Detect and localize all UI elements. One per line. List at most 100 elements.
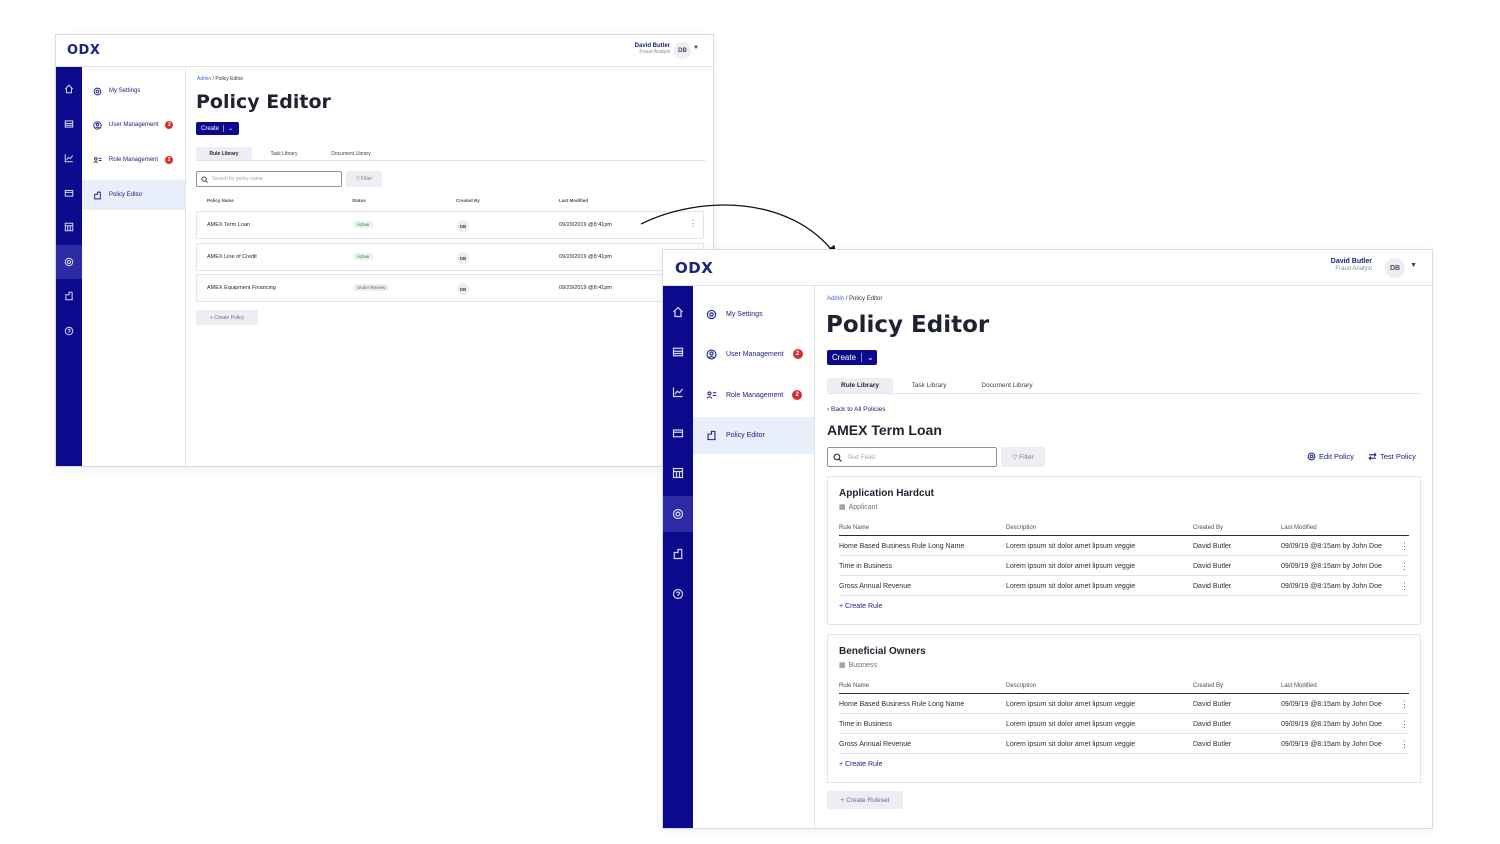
rule-description: Lorem ipsum sit dolor amet lipsum veggie	[1006, 741, 1136, 748]
create-rule-button[interactable]: + Create Rule	[839, 761, 882, 768]
breadcrumb-separator: /	[845, 296, 848, 302]
rule-description: Lorem ipsum sit dolor amet lipsum veggie	[1006, 583, 1136, 590]
column-header-rule-name: Rule Name	[839, 525, 870, 531]
column-header-rule-name: Rule Name	[839, 683, 870, 689]
sidebar-item-label: My Settings	[726, 310, 763, 318]
tab-document-library[interactable]: Document Library	[969, 378, 1045, 393]
gear-icon	[1307, 452, 1316, 461]
gear-icon	[706, 309, 717, 319]
column-header-last-modified: Last Modified	[1281, 683, 1317, 689]
sidebar-item-label: User Management	[726, 350, 784, 358]
sidebar-item-label: Policy Editor	[726, 432, 765, 439]
rule-name[interactable]: Gross Annual Revenue	[839, 583, 911, 590]
ruleset-title: Application Hardcut	[839, 488, 935, 499]
rule-last-modified: 09/09/19 @8:15am by John Doe	[1281, 721, 1382, 728]
rule-description: Lorem ipsum sit dolor amet lipsum veggie	[1006, 721, 1136, 728]
swap-icon	[1368, 452, 1377, 461]
sidebar-item-user-management[interactable]: User Management 2	[693, 344, 814, 364]
rule-last-modified: 09/09/19 @8:15am by John Doe	[1281, 701, 1382, 708]
rule-description: Lorem ipsum sit dolor amet lipsum veggie	[1006, 543, 1136, 550]
column-header-last-modified: Last Modified	[1281, 525, 1317, 531]
rule-name[interactable]: Home Based Business Rule Long Name	[839, 701, 964, 708]
tab-bar: Rule Library Task Library Document Libra…	[827, 378, 1421, 394]
table-icon: ▦	[839, 504, 846, 511]
sidebar-item-policy-editor[interactable]: Policy Editor	[693, 417, 814, 454]
building-icon	[707, 430, 716, 441]
rule-created-by: David Butler	[1193, 583, 1232, 590]
more-options-icon[interactable]: ⋮	[1400, 541, 1409, 552]
create-ruleset-button[interactable]: + Create Ruleset	[827, 791, 903, 809]
user-name: David Butler	[1330, 258, 1372, 265]
rule-last-modified: 09/09/19 @8:15am by John Doe	[1281, 543, 1382, 550]
odx-logo[interactable]: ODX	[675, 259, 713, 277]
page-title: Policy Editor	[826, 312, 990, 338]
search-icon	[833, 453, 842, 462]
home-icon[interactable]	[663, 302, 693, 322]
sidebar-item-role-management[interactable]: Role Management 2	[693, 385, 814, 405]
breadcrumb-admin[interactable]: Admin	[827, 296, 844, 302]
rule-created-by: David Butler	[1193, 741, 1232, 748]
column-header-created-by: Created By	[1193, 683, 1224, 689]
chevron-down-icon[interactable]: ▼	[1410, 262, 1417, 269]
create-button[interactable]: Create ⌄	[827, 350, 877, 365]
rule-created-by: David Butler	[1193, 563, 1232, 570]
rule-description: Lorem ipsum sit dolor amet lipsum veggie	[1006, 701, 1136, 708]
user-role: Fraud Analyst	[1335, 266, 1372, 272]
user-info[interactable]: David Butler Fraud Analyst	[1331, 258, 1372, 272]
search-input[interactable]: Text Field	[827, 447, 997, 467]
sidebar-item-label: Role Management	[726, 391, 784, 399]
role-icon	[706, 390, 717, 399]
ruleset-card: Beneficial Owners ▦ Business Rule Name De…	[827, 634, 1421, 783]
icon-rail	[663, 286, 693, 828]
gear-icon[interactable]	[663, 496, 693, 532]
ruleset-title: Beneficial Owners	[839, 646, 926, 657]
edit-policy-button[interactable]: Edit Policy	[1307, 452, 1354, 461]
policy-detail-screenshot: ODX David Butler Fraud Analyst DB ▼ My S…	[662, 249, 1433, 829]
create-rule-button[interactable]: + Create Rule	[839, 603, 882, 610]
rule-name[interactable]: Gross Annual Revenue	[839, 741, 911, 748]
more-options-icon[interactable]: ⋮	[1400, 581, 1409, 592]
help-icon[interactable]	[663, 584, 693, 604]
card-icon[interactable]	[663, 423, 693, 443]
rule-created-by: David Butler	[1193, 721, 1232, 728]
chart-icon[interactable]	[663, 382, 693, 402]
rule-last-modified: 09/09/19 @8:15am by John Doe	[1281, 741, 1382, 748]
rule-last-modified: 09/09/19 @8:15am by John Doe	[1281, 583, 1382, 590]
ruleset-subtitle: ▦ Business	[839, 661, 878, 670]
more-options-icon[interactable]: ⋮	[1400, 719, 1409, 730]
more-options-icon[interactable]: ⋮	[1400, 561, 1409, 572]
policy-title: AMEX Term Loan	[827, 422, 942, 438]
user-icon	[706, 348, 717, 360]
tab-task-library[interactable]: Task Library	[901, 378, 957, 393]
column-header-description: Description	[1006, 683, 1037, 689]
rule-name[interactable]: Time in Business	[839, 563, 892, 570]
building-icon[interactable]	[663, 544, 693, 564]
filter-button[interactable]: ▽ Filter	[1001, 447, 1045, 467]
rule-created-by: David Butler	[1193, 543, 1232, 550]
rule-description: Lorem ipsum sit dolor amet lipsum veggie	[1006, 563, 1136, 570]
dashboard-icon[interactable]	[663, 342, 693, 362]
back-to-policies-link[interactable]: ‹ Back to All Policies	[827, 406, 886, 413]
avatar[interactable]: DB	[1385, 258, 1405, 278]
rule-created-by: David Butler	[1193, 701, 1232, 708]
table-icon[interactable]	[663, 463, 693, 483]
more-options-icon[interactable]: ⋮	[1400, 739, 1409, 750]
notification-badge: 2	[792, 390, 803, 400]
sidebar-item-my-settings[interactable]: My Settings	[693, 304, 814, 324]
more-options-icon[interactable]: ⋮	[1400, 699, 1409, 710]
chevron-down-icon[interactable]: ⌄	[867, 353, 874, 362]
main-content: Admin / Policy Editor Policy Editor Crea…	[815, 286, 1432, 828]
column-header-description: Description	[1006, 525, 1037, 531]
column-header-created-by: Created By	[1193, 525, 1224, 531]
breadcrumb: Admin / Policy Editor	[827, 296, 882, 302]
ruleset-subtitle: ▦ Applicant	[839, 503, 878, 512]
breadcrumb-current: Policy Editor	[849, 296, 883, 302]
rule-last-modified: 09/09/19 @8:15am by John Doe	[1281, 563, 1382, 570]
sidebar: My Settings User Management 2 Role Manag…	[693, 286, 815, 828]
test-policy-button[interactable]: Test Policy	[1368, 452, 1416, 461]
tab-rule-library[interactable]: Rule Library	[827, 378, 893, 393]
rule-name[interactable]: Time in Business	[839, 721, 892, 728]
rule-name[interactable]: Home Based Business Rule Long Name	[839, 543, 964, 550]
table-icon: ▦	[839, 662, 846, 669]
ruleset-card: Application Hardcut ▦ Applicant Rule Name…	[827, 476, 1421, 625]
